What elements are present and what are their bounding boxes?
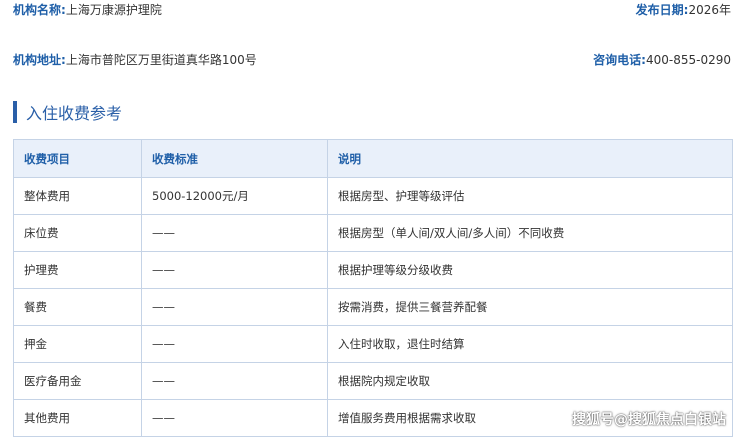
fee-description-cell: 根据护理等级分级收费 <box>327 251 733 289</box>
column-header-description: 说明 <box>327 139 733 178</box>
fee-item-cell: 整体费用 <box>13 177 142 215</box>
table-row: 医疗备用金 —— 根据院内规定收取 <box>13 362 733 400</box>
info-row-1: 机构名称:上海万康源护理院 发布日期:2026年 <box>0 1 740 21</box>
publish-date-value: 2026年 <box>688 3 731 17</box>
fee-standard-cell: 5000-12000元/月 <box>141 177 328 215</box>
fee-description-cell: 入住时收取，退住时结算 <box>327 325 733 363</box>
fee-standard-cell: —— <box>141 251 328 289</box>
org-name-field: 机构名称:上海万康源护理院 <box>13 1 162 18</box>
fee-standard-cell: —— <box>141 399 328 437</box>
table-row: 床位费 —— 根据房型（单人间/双人间/多人间）不同收费 <box>13 214 733 252</box>
phone-field: 咨询电话:400-855-0290 <box>593 51 731 68</box>
org-name-value: 上海万康源护理院 <box>65 3 162 17</box>
fee-item-cell: 医疗备用金 <box>13 362 142 400</box>
phone-value[interactable]: 400-855-0290 <box>646 53 731 67</box>
fee-item-cell: 护理费 <box>13 251 142 289</box>
fee-item-cell: 餐费 <box>13 288 142 326</box>
fee-description-cell: 按需消费，提供三餐营养配餐 <box>327 288 733 326</box>
table-row: 护理费 —— 根据护理等级分级收费 <box>13 251 733 289</box>
column-header-standard: 收费标准 <box>141 139 328 178</box>
address-label: 机构地址: <box>13 53 66 67</box>
phone-label: 咨询电话: <box>593 53 646 67</box>
fee-item-cell: 押金 <box>13 325 142 363</box>
address-field: 机构地址:上海市普陀区万里街道真华路100号 <box>13 51 257 68</box>
fee-item-cell: 床位费 <box>13 214 142 252</box>
fee-description-cell: 根据房型、护理等级评估 <box>327 177 733 215</box>
fee-description-cell: 根据院内规定收取 <box>327 362 733 400</box>
fee-standard-cell: —— <box>141 288 328 326</box>
section-title: 入住收费参考 <box>26 104 123 123</box>
table-row: 整体费用 5000-12000元/月 根据房型、护理等级评估 <box>13 177 733 215</box>
table-row: 押金 —— 入住时收取，退住时结算 <box>13 325 733 363</box>
fee-standard-cell: —— <box>141 362 328 400</box>
fee-description-cell: 根据房型（单人间/双人间/多人间）不同收费 <box>327 214 733 252</box>
fee-table: 收费项目 收费标准 说明 整体费用 5000-12000元/月 根据房型、护理等… <box>13 139 733 437</box>
table-header-row: 收费项目 收费标准 说明 <box>13 139 733 178</box>
info-row-2: 机构地址:上海市普陀区万里街道真华路100号 咨询电话:400-855-0290 <box>0 51 740 71</box>
org-name-label: 机构名称: <box>13 3 66 17</box>
fee-item-cell: 其他费用 <box>13 399 142 437</box>
column-header-item: 收费项目 <box>13 139 142 178</box>
section-heading: 入住收费参考 <box>13 101 122 123</box>
publish-date-label: 发布日期: <box>635 3 689 17</box>
address-value: 上海市普陀区万里街道真华路100号 <box>65 53 257 67</box>
watermark: 搜狐号@搜狐焦点白银站 <box>572 412 726 428</box>
publish-date-field: 发布日期:2026年 <box>636 1 731 18</box>
section-accent-bar <box>13 101 17 123</box>
fee-standard-cell: —— <box>141 325 328 363</box>
fee-standard-cell: —— <box>141 214 328 252</box>
table-row: 餐费 —— 按需消费，提供三餐营养配餐 <box>13 288 733 326</box>
